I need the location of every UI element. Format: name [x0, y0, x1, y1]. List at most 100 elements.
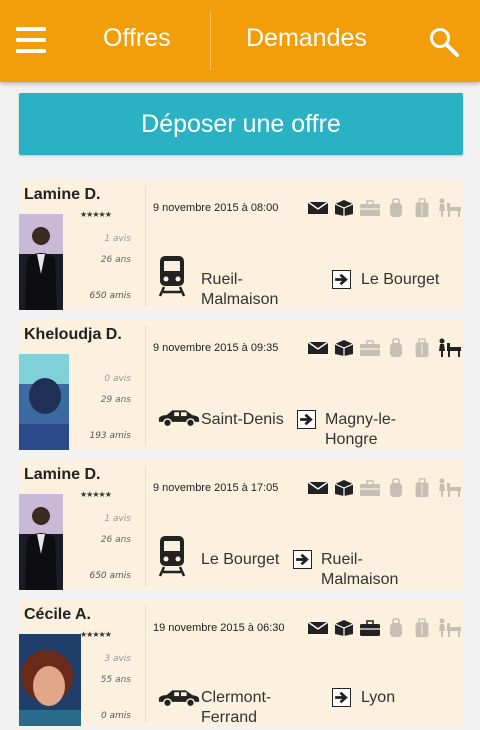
arrival-city-line: Rueil- — [321, 551, 363, 568]
friend-count: 0 amis — [100, 711, 131, 721]
menu-icon[interactable] — [16, 27, 46, 53]
avatar — [19, 354, 69, 450]
departure-city-line: Rueil- — [201, 271, 243, 288]
car-icon — [157, 408, 201, 428]
furniture-icon — [437, 198, 463, 218]
arrival-city-line: Malmaison — [321, 571, 399, 588]
age: 29 ans — [100, 395, 131, 405]
arrival-city: Rueil- Malmaison — [321, 550, 398, 590]
arrival-city: Le Bourget — [361, 270, 439, 290]
offer-card[interactable]: Cécile A. ★★★★★ 3 avis 55 ans 0 amis 19 … — [19, 600, 463, 726]
top-app-bar: Offres Demandes — [0, 0, 480, 82]
letter-icon — [307, 478, 329, 498]
divider — [145, 606, 146, 722]
arrival-city-line: Magny-le- — [325, 411, 397, 428]
departure-city: Clermont- Ferrand — [201, 688, 271, 728]
driver-info: Cécile A. ★★★★★ 3 avis 55 ans 0 amis — [19, 600, 145, 730]
driver-name: Cécile A. — [24, 606, 91, 623]
departure-city-line: Ferrand — [201, 709, 258, 726]
friend-count: 650 amis — [89, 291, 131, 301]
divider — [145, 326, 146, 446]
driver-name: Lamine D. — [24, 186, 101, 203]
departure-date: 9 novembre 2015 à 09:35 — [153, 342, 279, 354]
departure-city-line: Clermont- — [201, 689, 272, 706]
tab-offres[interactable]: Offres — [103, 24, 171, 53]
briefcase-icon — [359, 618, 381, 638]
offer-card[interactable]: Kheloudja D. 0 avis 29 ans 193 amis 9 no… — [19, 320, 463, 450]
allowed-items — [307, 477, 463, 499]
arrow-right-icon — [332, 270, 351, 289]
departure-date: 9 novembre 2015 à 08:00 — [153, 202, 279, 214]
departure-city-line: Malmaison — [201, 291, 279, 308]
package-icon — [333, 618, 355, 638]
briefcase-icon — [359, 198, 381, 218]
train-icon — [157, 254, 187, 298]
arrow-right-icon — [293, 550, 312, 569]
driver-info: Lamine D. ★★★★★ 1 avis 26 ans 650 amis — [19, 460, 145, 590]
departure-city: Rueil- Malmaison — [201, 270, 278, 310]
arrival-city-line: Hongre — [325, 431, 378, 448]
letter-icon — [307, 618, 329, 638]
friend-count: 193 amis — [89, 431, 131, 441]
search-icon[interactable] — [428, 26, 460, 58]
briefcase-icon — [359, 478, 381, 498]
bag-icon — [385, 198, 407, 218]
deposit-offer-button[interactable]: Déposer une offre — [19, 93, 463, 155]
car-icon — [157, 688, 201, 708]
suitcase-icon — [411, 478, 433, 498]
bag-icon — [385, 478, 407, 498]
allowed-items — [307, 197, 463, 219]
friend-count: 650 amis — [89, 571, 131, 581]
train-icon — [157, 534, 187, 578]
package-icon — [333, 198, 355, 218]
suitcase-icon — [411, 198, 433, 218]
age: 26 ans — [100, 255, 131, 265]
letter-icon — [307, 198, 329, 218]
departure-city: Saint-Denis — [201, 410, 284, 430]
offer-card[interactable]: Lamine D. ★★★★★ 1 avis 26 ans 650 amis 9… — [19, 180, 463, 310]
furniture-icon — [437, 338, 463, 358]
review-count: 0 avis — [104, 374, 131, 384]
arrival-city-line: Le Bourget — [361, 271, 440, 288]
arrival-city-line: Lyon — [361, 689, 396, 706]
avatar — [19, 634, 81, 726]
briefcase-icon — [359, 338, 381, 358]
suitcase-icon — [411, 338, 433, 358]
bag-icon — [385, 618, 407, 638]
divider — [145, 186, 146, 306]
rating-stars: ★★★★★ — [80, 210, 112, 219]
package-icon — [333, 338, 355, 358]
age: 55 ans — [100, 675, 131, 685]
tab-demandes[interactable]: Demandes — [246, 24, 367, 53]
avatar — [19, 494, 63, 590]
review-count: 3 avis — [104, 654, 131, 664]
driver-info: Kheloudja D. 0 avis 29 ans 193 amis — [19, 320, 145, 450]
letter-icon — [307, 338, 329, 358]
offer-card[interactable]: Lamine D. ★★★★★ 1 avis 26 ans 650 amis 9… — [19, 460, 463, 590]
departure-city-line: Saint-Denis — [201, 411, 284, 428]
arrival-city: Lyon — [361, 688, 395, 708]
arrival-city: Magny-le- Hongre — [325, 410, 396, 450]
driver-info: Lamine D. ★★★★★ 1 avis 26 ans 650 amis — [19, 180, 145, 310]
allowed-items — [307, 337, 463, 359]
age: 26 ans — [100, 535, 131, 545]
tab-divider — [210, 12, 211, 70]
arrow-right-icon — [332, 688, 351, 707]
allowed-items — [307, 617, 463, 639]
departure-city: Le Bourget — [201, 550, 279, 570]
departure-date: 9 novembre 2015 à 17:05 — [153, 482, 279, 494]
rating-stars: ★★★★★ — [80, 490, 112, 499]
departure-date: 19 novembre 2015 à 06:30 — [153, 622, 285, 634]
driver-name: Lamine D. — [24, 466, 101, 483]
bag-icon — [385, 338, 407, 358]
avatar — [19, 214, 63, 310]
departure-city-line: Le Bourget — [201, 551, 280, 568]
furniture-icon — [437, 478, 463, 498]
driver-name: Kheloudja D. — [24, 326, 122, 343]
rating-stars: ★★★★★ — [80, 630, 112, 639]
divider — [145, 466, 146, 586]
suitcase-icon — [411, 618, 433, 638]
arrow-right-icon — [297, 410, 316, 429]
package-icon — [333, 478, 355, 498]
review-count: 1 avis — [104, 234, 131, 244]
